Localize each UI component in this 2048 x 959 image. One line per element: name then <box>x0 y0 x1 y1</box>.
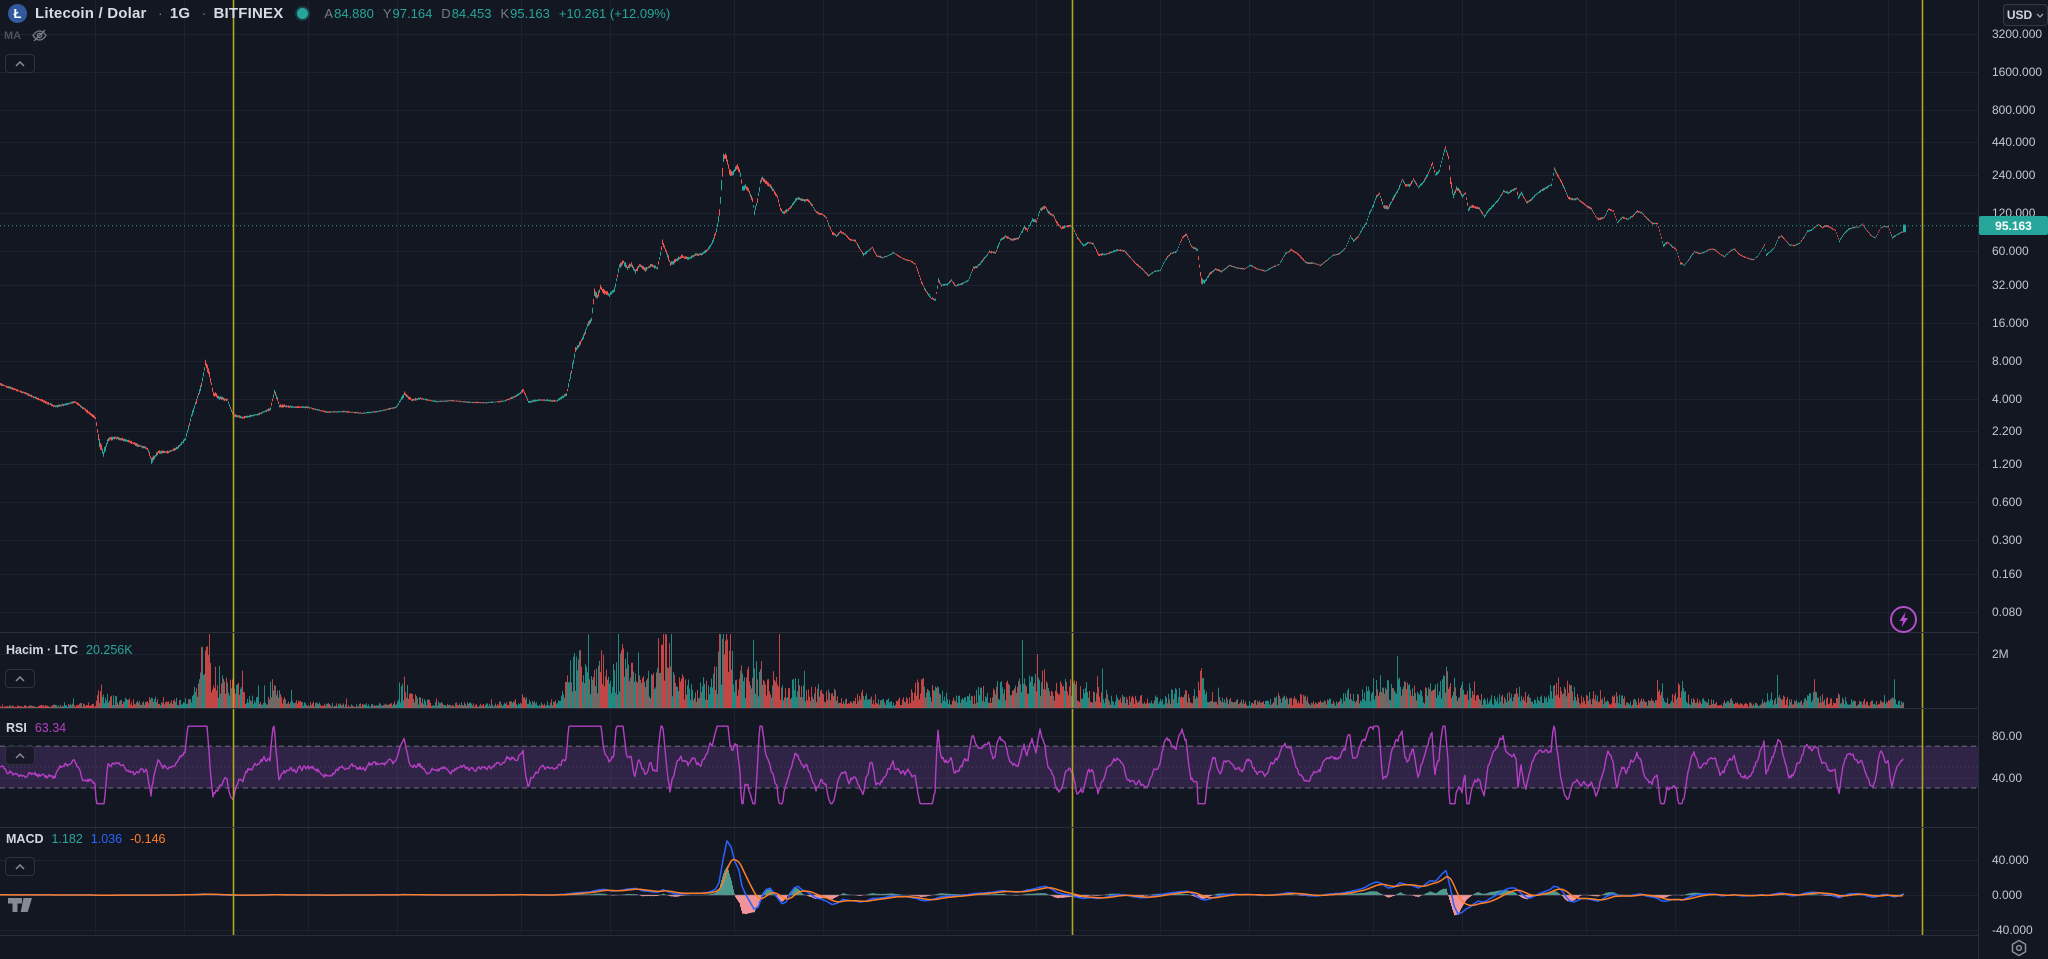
open-value: 84.880 <box>334 6 374 21</box>
rsi-pane-header[interactable]: RSI 63.34 <box>6 721 66 735</box>
low-value: 84.453 <box>451 6 492 21</box>
volume-pane-header[interactable]: Hacim · LTC 20.256K <box>6 643 133 657</box>
currency-label: USD <box>2006 8 2033 22</box>
macd-pane-title: MACD <box>6 832 44 846</box>
rsi-tick-label: 40.00 <box>1992 770 2023 785</box>
price-axis[interactable]: USD 3200.000 1600.000 800.000 440.000 240.00… <box>1978 0 2048 959</box>
close-label: K <box>500 6 510 21</box>
price-tick-label: 8.000 <box>1992 353 2023 368</box>
change-value: +10.261 (+12.09%) <box>558 6 671 21</box>
exchange-label: BITFINEX <box>213 5 284 22</box>
boost-lightning-button[interactable] <box>1888 604 1919 635</box>
volume-value: 20.256K <box>86 643 133 657</box>
high-label: Y <box>382 6 392 21</box>
price-tick-label: 800.000 <box>1992 102 2036 117</box>
ohlc-values: A84.880 Y97.164 D84.453 K95.163 +10.261 … <box>324 6 670 21</box>
rsi-pane-title: RSI <box>6 721 27 735</box>
macd-tick-label: 0.000 <box>1992 888 2023 902</box>
macd-tick-label: 40.000 <box>1992 853 2029 867</box>
chevron-down-icon <box>2036 13 2044 18</box>
price-tick-label: 32.000 <box>1992 278 2029 293</box>
macd-pane-header[interactable]: MACD 1.182 1.036 -0.146 <box>6 832 166 846</box>
ma-indicator-row: MA <box>4 28 48 43</box>
price-tick-label: 3200.000 <box>1992 27 2043 41</box>
symbol-header: Ł Litecoin / Dolar · 1G · BITFINEX A84.880… <box>8 4 670 23</box>
tradingview-logo[interactable] <box>8 898 38 918</box>
last-price-tag[interactable]: 95.163 <box>1979 216 2048 236</box>
market-open-dot-icon[interactable] <box>297 8 309 19</box>
collapse-macd-pane-button[interactable] <box>5 857 35 876</box>
eye-hidden-icon[interactable] <box>31 28 48 43</box>
price-tick-label: 0.300 <box>1992 532 2023 547</box>
chart-plot-area[interactable] <box>0 0 2048 959</box>
separator: · <box>201 5 207 21</box>
low-label: D <box>441 6 451 21</box>
price-tick-label: 2.200 <box>1992 424 2023 439</box>
open-label: A <box>324 6 334 21</box>
litecoin-logo-icon: Ł <box>8 4 27 23</box>
collapse-main-pane-button[interactable] <box>5 54 35 73</box>
volume-pane-title: Hacim · LTC <box>6 643 78 657</box>
symbol-name: Litecoin / Dolar <box>35 5 147 22</box>
axis-settings-gear-icon[interactable] <box>2010 939 2028 957</box>
macd-tick-label: -40.000 <box>1992 923 2033 937</box>
currency-selector-button[interactable]: USD <box>2003 4 2048 26</box>
macd-hist-value: 1.182 <box>51 832 83 846</box>
high-value: 97.164 <box>392 6 433 21</box>
macd-line-value: 1.036 <box>90 832 123 846</box>
collapse-rsi-pane-button[interactable] <box>5 746 35 765</box>
price-tick-label: 240.000 <box>1992 168 2036 183</box>
symbol-title[interactable]: Litecoin / Dolar · 1G · BITFINEX <box>35 5 283 22</box>
price-tick-label: 60.000 <box>1992 243 2029 258</box>
collapse-volume-pane-button[interactable] <box>5 669 35 688</box>
rsi-tick-label: 80.00 <box>1992 728 2023 743</box>
macd-signal-value: -0.146 <box>130 832 166 846</box>
price-tick-label: 440.000 <box>1992 135 2036 150</box>
price-tick-label: 4.000 <box>1992 391 2023 406</box>
rsi-value: 63.34 <box>34 721 67 735</box>
price-tick-label: 1600.000 <box>1992 64 2043 79</box>
price-tick-label: 0.080 <box>1992 604 2023 619</box>
time-axis[interactable] <box>0 935 2048 959</box>
price-tick-label: 0.600 <box>1992 494 2023 509</box>
price-tick-label: 0.160 <box>1992 567 2023 582</box>
tradingview-chart-window: Ł Litecoin / Dolar · 1G · BITFINEX A84.880… <box>0 0 2048 959</box>
close-value: 95.163 <box>510 6 550 21</box>
ma-indicator-label[interactable]: MA <box>4 30 21 42</box>
interval-label[interactable]: 1G <box>170 5 190 22</box>
price-tick-label: 16.000 <box>1992 315 2029 330</box>
price-tick-label: 1.200 <box>1992 457 2023 472</box>
volume-tick-label: 2M <box>1992 646 2009 661</box>
separator: · <box>157 5 163 21</box>
